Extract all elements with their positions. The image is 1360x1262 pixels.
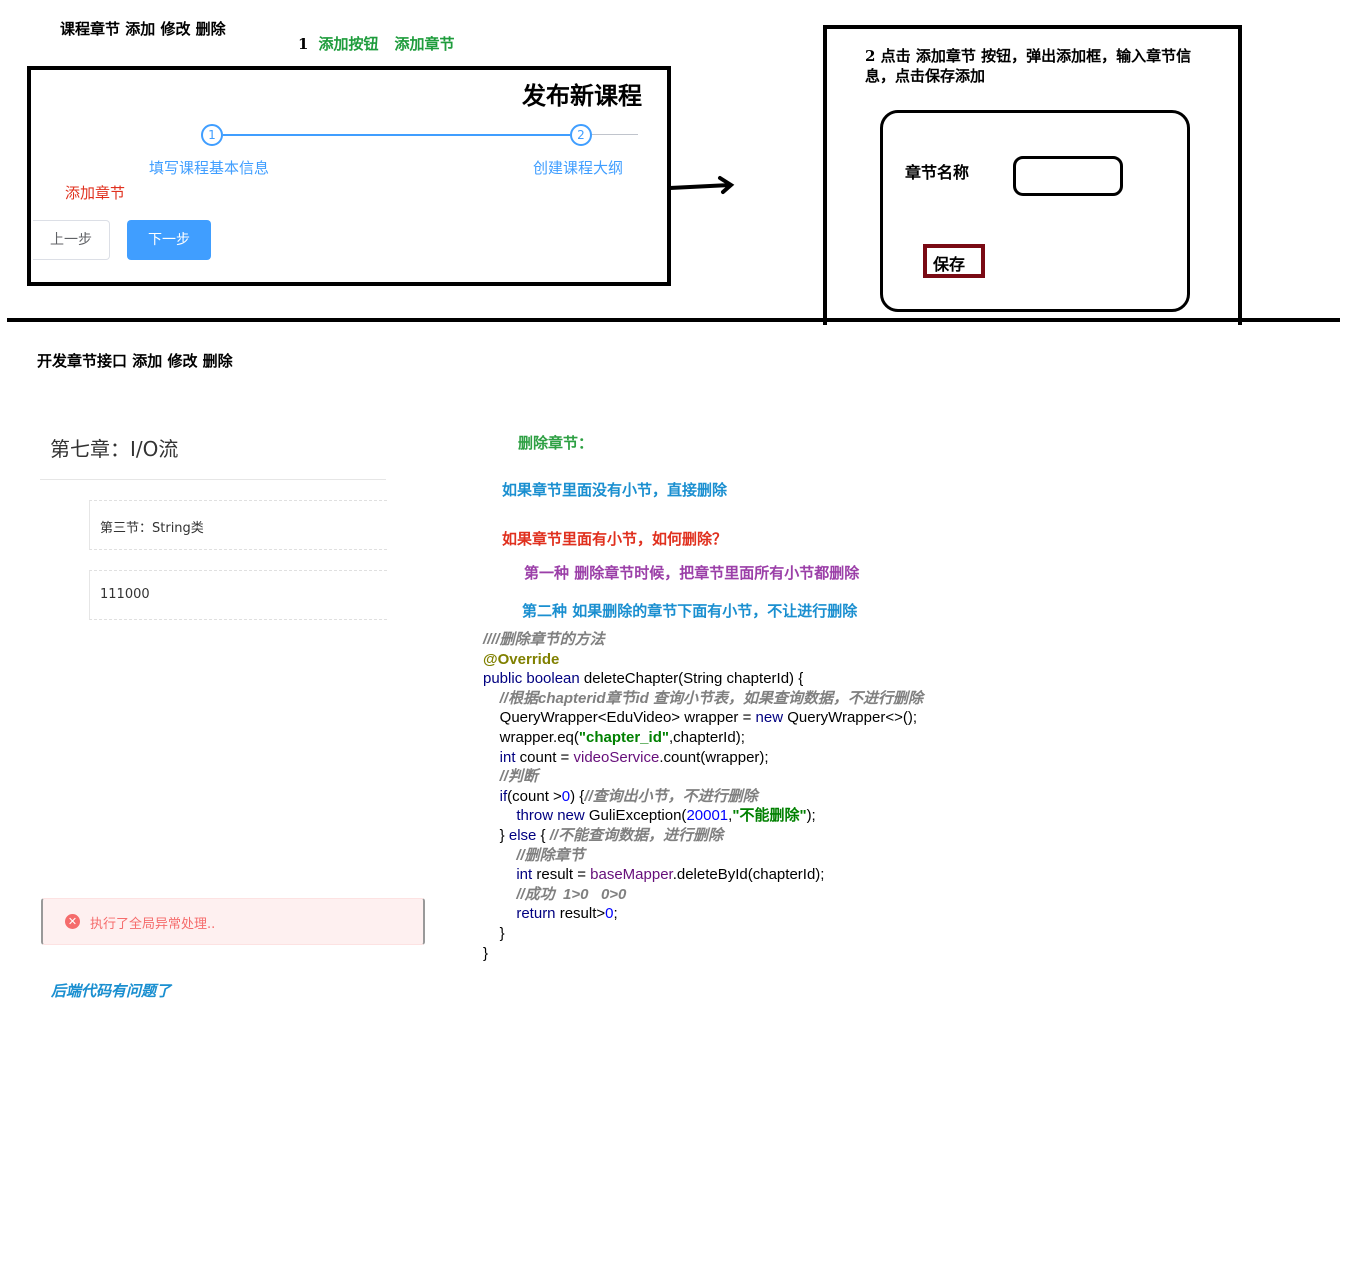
step1-annotation: 1 添加按钮 添加章节 (298, 33, 470, 54)
code-line: public boolean deleteChapter(String chap… (483, 670, 804, 688)
code-line: wrapper.eq("chapter_id",chapterId); (483, 728, 745, 746)
code-line: if(count >0) {//查询出小节，不进行删除 (499, 787, 758, 805)
steps-progress-line (223, 134, 570, 136)
section-item[interactable]: 111000 (89, 570, 387, 620)
save-button[interactable]: 保存 (923, 244, 985, 278)
chapter-name-label: 章节名称 (905, 163, 970, 182)
delete-chapter-title: 删除章节： (518, 434, 594, 452)
backend-note: 后端代码有问题了 (51, 982, 172, 1000)
code-line: int count = videoService.count(wrapper); (499, 748, 769, 766)
step1-label: 填写课程基本信息 (149, 159, 270, 177)
code-line: ////删除章节的方法 (483, 631, 605, 648)
step2-annotation: 2 点击 添加章节 按钮，弹出添加框，输入章节信息，点击保存添加 (865, 47, 1192, 85)
chapter-title: 第七章：I/O流 (50, 437, 179, 461)
error-message: 执行了全局异常处理.. (90, 917, 216, 932)
code-line: QueryWrapper<EduVideo> wrapper = new Que… (483, 709, 918, 727)
step1-add-button-text: 添加按钮 (318, 35, 379, 53)
top-heading: 课程章节 添加 修改 删除 (60, 20, 226, 38)
error-icon: ✕ (65, 914, 80, 929)
add-chapter-dialog: 章节名称 保存 (880, 110, 1190, 312)
code-line: } (483, 944, 489, 962)
prev-step-button[interactable]: 上一步 (33, 220, 110, 260)
code-line: } else { //不能查询数据，进行删除 (483, 826, 724, 844)
code-line: } (483, 924, 505, 942)
code-line: //判断 (483, 768, 539, 786)
steps-remaining-line (592, 134, 638, 135)
section-item[interactable]: 第三节：String类 (89, 500, 387, 550)
section-label: 第三节：String类 (100, 521, 204, 536)
step1-add-chapter-text: 添加章节 (394, 35, 455, 53)
next-step-button[interactable]: 下一步 (127, 220, 211, 260)
chapter-name-input[interactable] (1013, 156, 1123, 196)
code-line: throw new GuliException(20001,"不能删除"); (516, 807, 816, 825)
delete-option-one: 第一种 删除章节时候，把章节里面所有小节都删除 (524, 564, 860, 582)
code-line: //删除章节 (483, 846, 585, 864)
error-toast: ✕ 执行了全局异常处理.. (41, 898, 425, 945)
publish-course-panel: 发布新课程 1 2 填写课程基本信息 创建课程大纲 添加章节 上一步 下一步 (27, 66, 671, 286)
delete-chapter-code: ////删除章节的方法 @Override public boolean del… (483, 630, 923, 963)
code-line: //成功 1>0 0>0 (483, 885, 627, 903)
section-label: 111000 (100, 587, 150, 602)
panel-title: 发布新课程 (522, 82, 642, 110)
code-line: return result>0; (516, 905, 618, 923)
code-line: //根据chapterid章节id 查询小节表，如果查询数据，不进行删除 (483, 689, 924, 707)
delete-option-two: 第二种 如果删除的章节下面有小节，不让进行删除 (522, 602, 858, 620)
code-line: @Override (483, 650, 560, 668)
chapter-divider (40, 479, 386, 480)
delete-note-no-sections: 如果章节里面没有小节，直接删除 (502, 481, 728, 499)
step2-circle: 2 (570, 124, 592, 146)
arrow-right-icon (668, 176, 735, 194)
step1-number: 1 (298, 35, 309, 53)
section-divider (7, 318, 1340, 322)
step1-circle: 1 (201, 124, 223, 146)
delete-note-has-sections: 如果章节里面有小节，如何删除？ (502, 530, 728, 548)
step2-label: 创建课程大纲 (533, 159, 624, 177)
add-chapter-link[interactable]: 添加章节 (65, 182, 125, 203)
api-heading: 开发章节接口 添加 修改 删除 (37, 352, 233, 370)
code-line: int result = baseMapper.deleteById(chapt… (516, 866, 825, 884)
dialog-illustration-frame: 2 点击 添加章节 按钮，弹出添加框，输入章节信息，点击保存添加 章节名称 保存 (823, 25, 1242, 325)
